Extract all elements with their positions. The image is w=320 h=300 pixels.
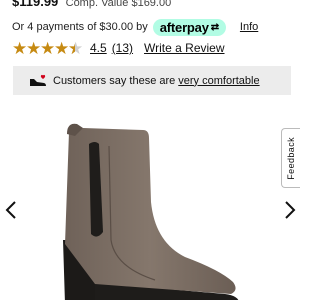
- chevron-left-icon[interactable]: [5, 200, 17, 220]
- product-gallery[interactable]: [0, 110, 300, 300]
- afterpay-installments-text: Or 4 payments of $30.00 by: [12, 21, 148, 33]
- banner-text: Customers say these are: [53, 74, 176, 87]
- star-icon: ★: [12, 38, 28, 58]
- half-star-icon: ★★: [68, 38, 84, 58]
- shoe-heart-icon: [30, 74, 46, 86]
- star-icon: ★: [40, 38, 56, 58]
- review-count[interactable]: (13): [112, 41, 133, 55]
- afterpay-brand-text: afterpay: [159, 19, 209, 35]
- rating-score[interactable]: 4.5: [90, 41, 107, 55]
- product-image[interactable]: [55, 122, 255, 300]
- comp-value: Comp. Value $169.00: [65, 0, 172, 9]
- afterpay-row: Or 4 payments of $30.00 by afterpay ⇄ In…: [12, 18, 258, 36]
- current-price: $119.99: [12, 0, 59, 9]
- write-review-link[interactable]: Write a Review: [144, 41, 224, 55]
- feedback-label: Feedback: [286, 136, 296, 180]
- afterpay-logo[interactable]: afterpay ⇄: [152, 18, 226, 36]
- star-rating[interactable]: ★ ★ ★ ★ ★★: [12, 38, 84, 58]
- chevron-right-icon[interactable]: [284, 200, 296, 220]
- banner-link[interactable]: very comfortable: [178, 75, 259, 87]
- feedback-tab[interactable]: Feedback: [281, 128, 300, 188]
- comfort-banner: Customers say these are very comfortable: [13, 66, 291, 95]
- afterpay-arrows-icon: ⇄: [210, 21, 219, 33]
- price-row: $119.99 Comp. Value $169.00: [12, 0, 172, 9]
- star-icon: ★: [54, 38, 70, 58]
- star-icon: ★: [26, 38, 42, 58]
- afterpay-info-link[interactable]: Info: [240, 21, 258, 33]
- rating-row: ★ ★ ★ ★ ★★ 4.5 (13) Write a Review: [12, 39, 225, 57]
